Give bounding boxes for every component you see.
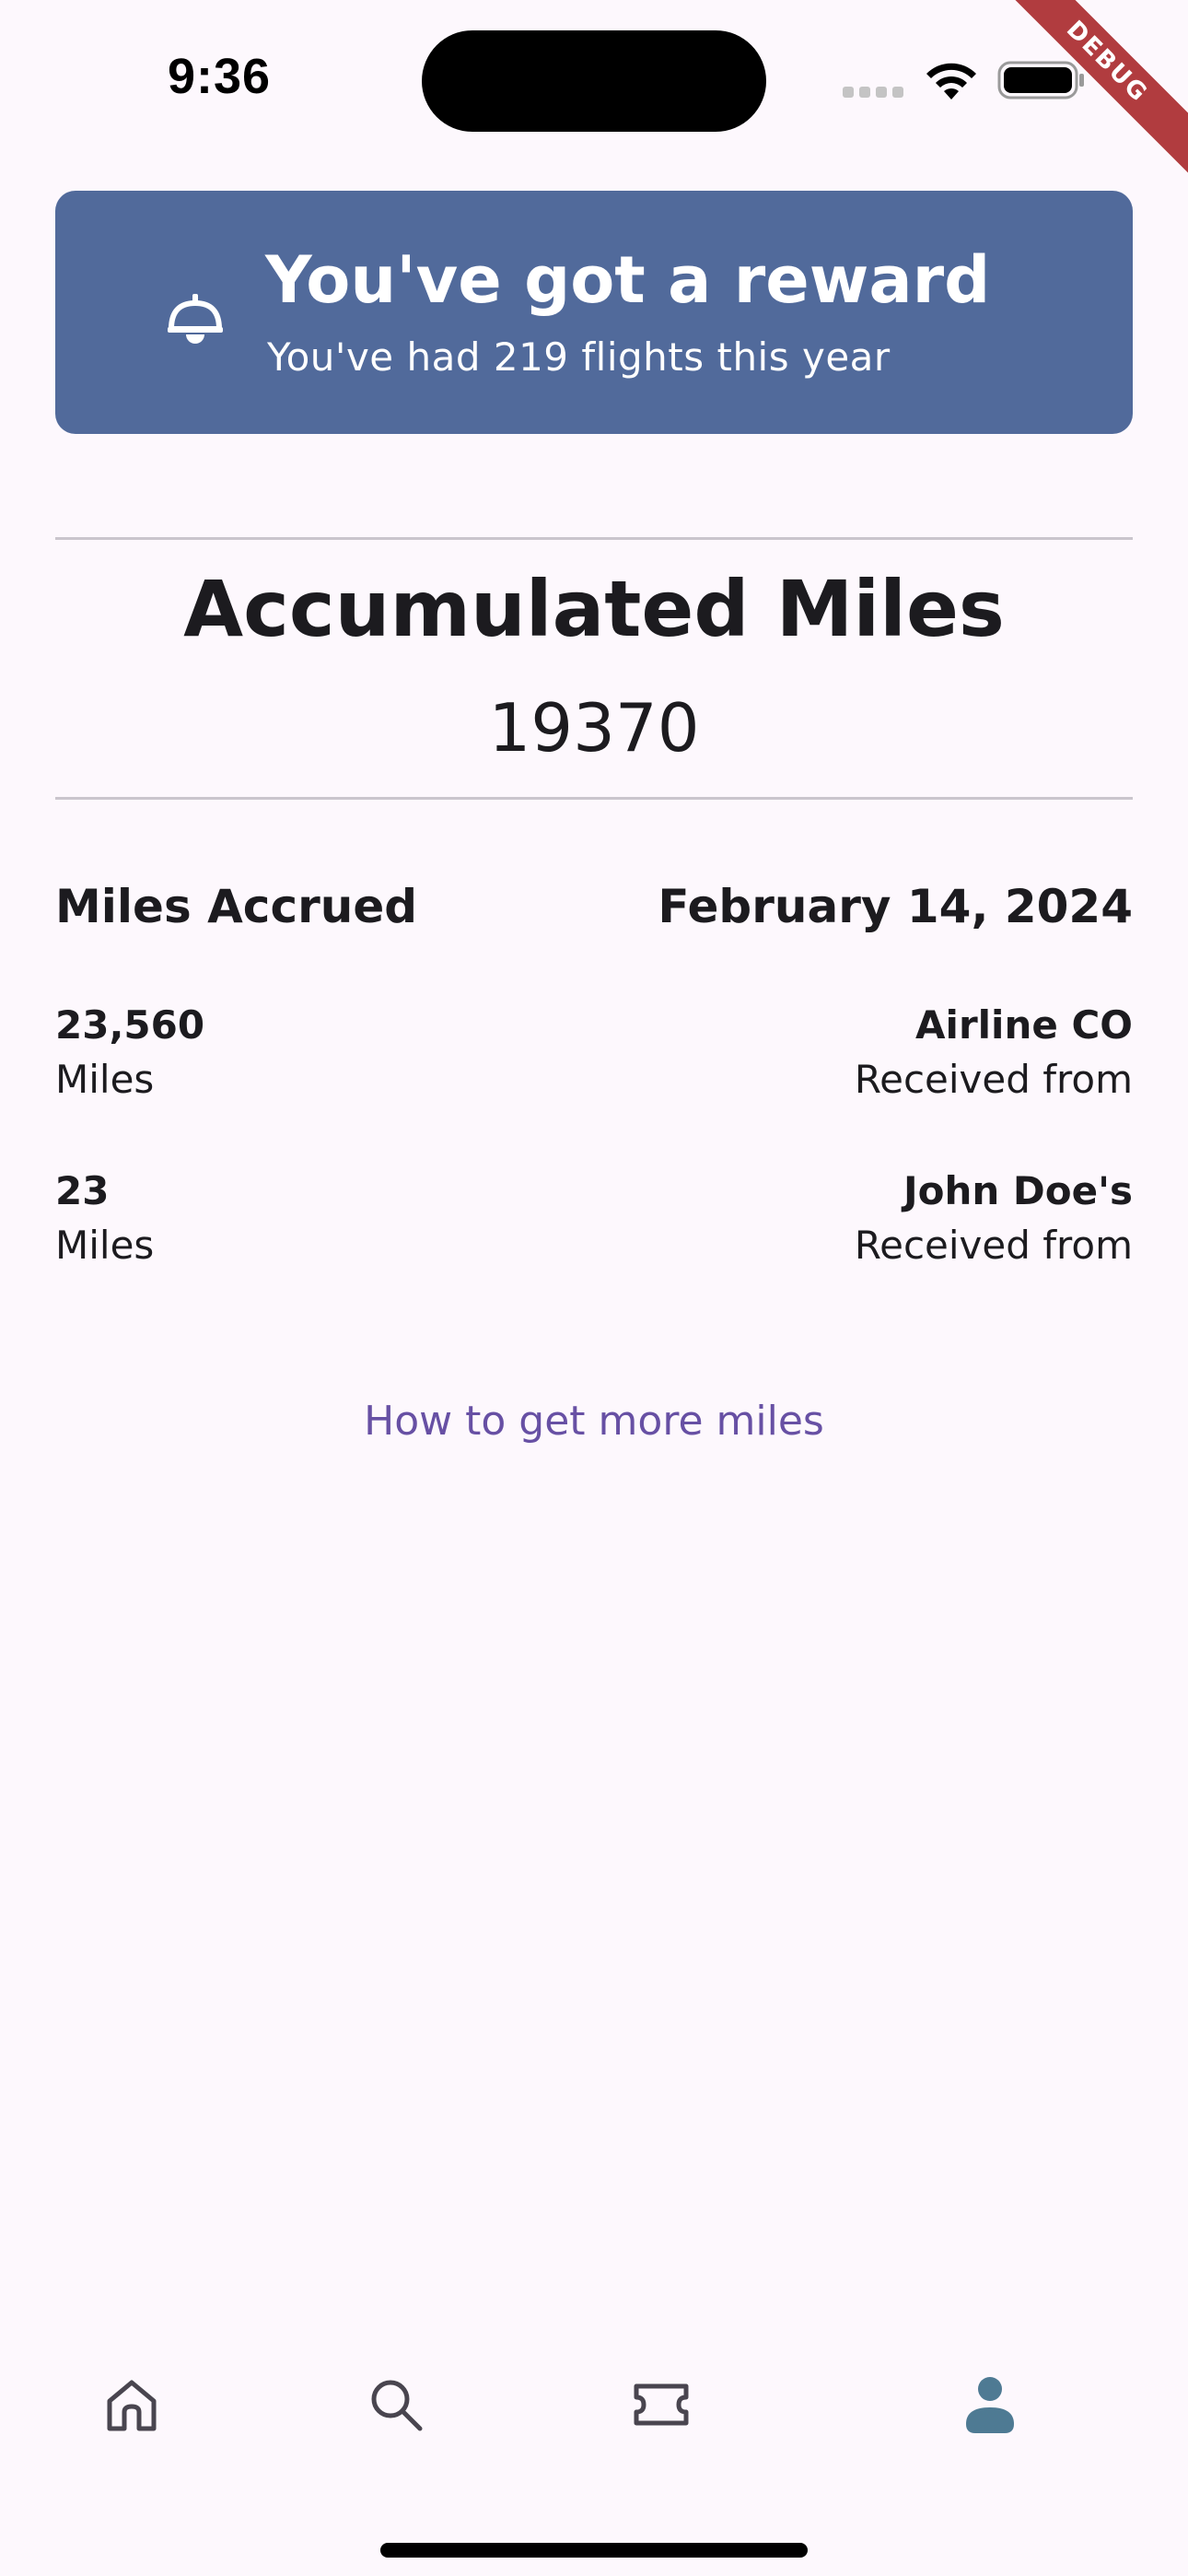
bell-icon [168,294,223,344]
reward-title: You've got a reward [265,242,991,318]
battery-icon [997,61,1084,100]
reward-subtitle: You've had 219 flights this year [267,334,891,380]
search-icon [371,2380,423,2431]
status-bar: 9:36 [0,0,1188,157]
accumulated-miles-value: 19370 [488,689,700,767]
miles-unit: Miles [55,1223,155,1268]
miles-source: John Doe's [903,1168,1133,1213]
reward-banner[interactable]: You've got a reward You've had 219 fligh… [55,191,1133,434]
miles-accrued-date: February 14, 2024 [658,880,1133,933]
ticket-icon [634,2383,689,2426]
person-icon [966,2377,1014,2433]
miles-source-caption: Received from [854,1057,1133,1102]
nav-item-home[interactable] [67,2349,196,2460]
divider-top [55,537,1133,540]
miles-amount: 23,560 [55,1002,205,1048]
accumulated-miles-title: Accumulated Miles [183,564,1005,654]
bottom-navigation [0,2303,1188,2488]
dynamic-island [422,30,766,132]
miles-source: Airline CO [915,1002,1133,1048]
home-icon [107,2380,157,2431]
nav-item-profile[interactable] [926,2349,1054,2460]
miles-source-caption: Received from [854,1223,1133,1268]
home-indicator [380,2543,808,2558]
cellular-signal-icon [843,87,903,98]
nav-item-tickets[interactable] [597,2349,726,2460]
miles-accrued-label: Miles Accrued [55,880,418,933]
miles-amount: 23 [55,1168,110,1213]
divider-bottom [55,797,1133,800]
status-time: 9:36 [168,49,272,104]
wifi-icon [926,63,976,100]
nav-item-search[interactable] [332,2349,460,2460]
more-miles-link[interactable]: How to get more miles [0,1398,1188,1445]
miles-unit: Miles [55,1057,155,1102]
